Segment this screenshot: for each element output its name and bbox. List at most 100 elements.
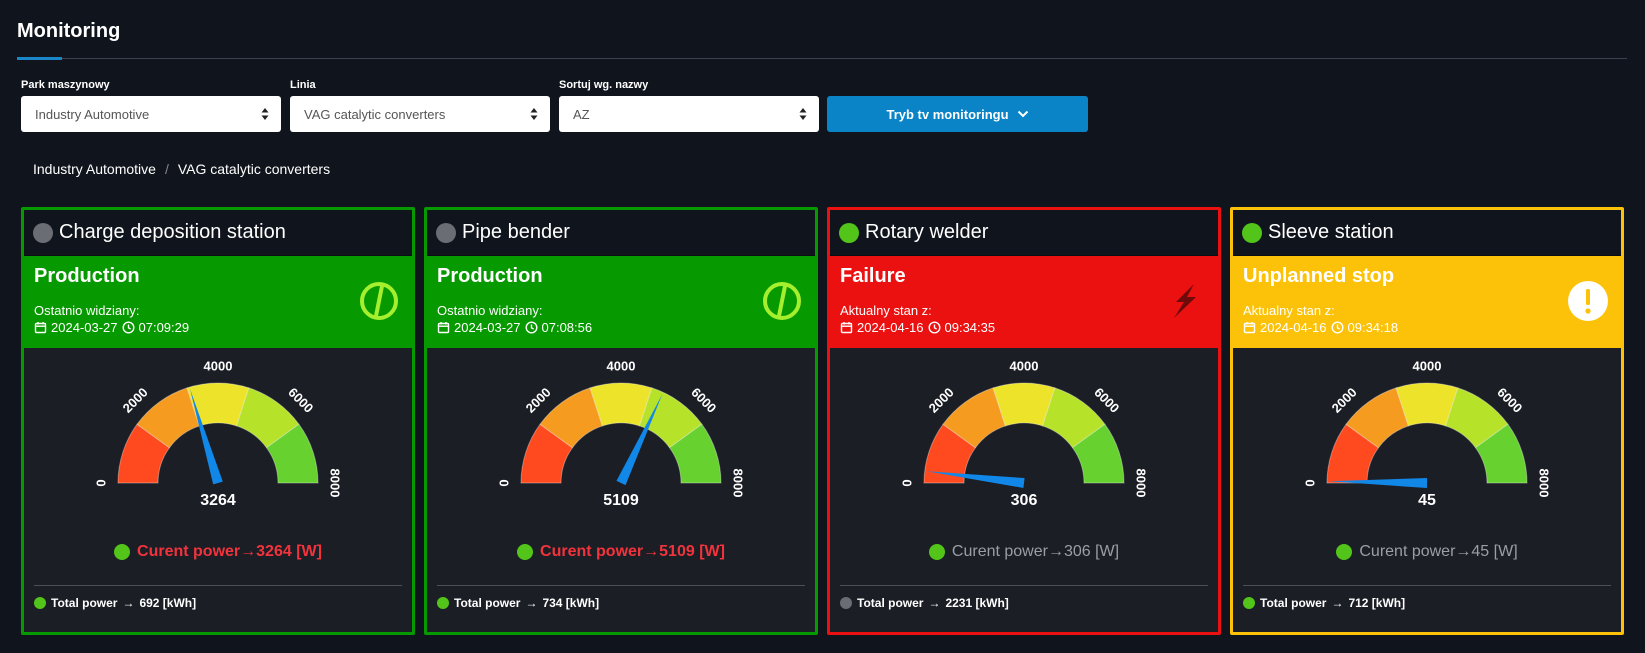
filter-machine-park: Park maszynowy Industry Automotive: [21, 79, 281, 132]
status-title: Production: [34, 265, 140, 287]
sort-select[interactable]: AZ: [559, 96, 819, 132]
status-dot: [436, 222, 456, 243]
current-power-text: Curent power→5109 [W]: [540, 543, 725, 561]
sort-arrows-icon: [261, 108, 269, 120]
filter-sort: Sortuj wg. nazwy AZ: [559, 79, 819, 132]
current-power-text: Curent power→306 [W]: [952, 543, 1119, 561]
calendar-icon: [34, 322, 47, 334]
status-dot: [33, 222, 53, 243]
status-datetime: 2024-04-16 09:34:18: [1243, 320, 1611, 335]
current-power-label: Curent power: [137, 543, 241, 560]
lightning-icon: [1174, 284, 1196, 318]
current-power-dot: [114, 544, 131, 560]
breadcrumb-separator: /: [164, 161, 169, 177]
current-power-text: Curent power→45 [W]: [1359, 543, 1517, 561]
gauge-tick-label: 2000: [1329, 385, 1360, 416]
select-value: Industry Automotive: [35, 106, 150, 122]
filter-label: Linia: [290, 79, 316, 91]
status-title: Production: [437, 265, 543, 287]
machine-name: Charge deposition station: [59, 221, 286, 243]
machine-card[interactable]: Pipe bender Production Ostatnio widziany…: [424, 207, 818, 635]
status-dot: [839, 222, 859, 243]
power-gauge: 0 2000 4000 6000 8000 3264: [24, 348, 412, 543]
gauge-tick-label: 4000: [1413, 358, 1442, 373]
power-gauge: 0 2000 4000 6000 8000 306: [830, 348, 1218, 543]
clock-icon: [1330, 321, 1344, 334]
current-power: Curent power→45 [W]: [1233, 543, 1621, 561]
gauge-value: 3264: [200, 492, 236, 509]
machine-park-select[interactable]: Industry Automotive: [21, 96, 281, 132]
total-power-dot: [437, 597, 449, 609]
status-time-label: Ostatnio widziany:: [437, 303, 543, 318]
clock-icon: [524, 321, 538, 334]
gauge-value: 5109: [603, 492, 639, 509]
tv-monitoring-mode-button[interactable]: Tryb tv monitoringu: [827, 96, 1088, 132]
card-header: Sleeve station: [1233, 210, 1621, 256]
status-dot: [1242, 222, 1262, 243]
status-date: 2024-03-27: [51, 320, 118, 335]
status-time: 07:09:29: [138, 320, 190, 335]
machine-card[interactable]: Rotary welder Failure Aktualny stan z: 2…: [827, 207, 1221, 635]
exclamation-icon: [1568, 281, 1608, 321]
total-power: Total power → 692 [kWh]: [34, 596, 196, 610]
gauge-tick-label: 2000: [926, 385, 957, 416]
status-time: 09:34:18: [1347, 320, 1399, 335]
gauge-tick-label: 6000: [285, 385, 316, 416]
gauge-tick-label: 4000: [607, 358, 636, 373]
gauge-svg: 0 2000 4000 6000 8000 45: [1302, 358, 1552, 509]
current-power: Curent power→306 [W]: [830, 543, 1218, 561]
status-band: Unplanned stop Aktualny stan z: 2024-04-…: [1233, 256, 1621, 348]
arrow-right-icon: →: [240, 543, 257, 560]
current-power-value: 45 [W]: [1471, 543, 1518, 560]
gauge-value: 45: [1418, 492, 1436, 509]
status-time-label: Aktualny stan z:: [840, 303, 932, 318]
filter-label: Park maszynowy: [21, 79, 110, 91]
total-power: Total power → 2231 [kWh]: [840, 596, 1009, 610]
power-gauge: 0 2000 4000 6000 8000 5109: [427, 348, 815, 543]
gauge-tick-label: 6000: [1091, 385, 1122, 416]
status-title: Failure: [840, 265, 906, 287]
production-icon: [763, 282, 801, 320]
total-power: Total power → 734 [kWh]: [437, 596, 599, 610]
status-date: 2024-04-16: [1260, 320, 1327, 335]
current-power: Curent power→5109 [W]: [427, 543, 815, 561]
status-time-label: Ostatnio widziany:: [34, 303, 140, 318]
arrow-right-icon: →: [1455, 543, 1472, 560]
card-header: Pipe bender: [427, 210, 815, 256]
current-power-value: 3264 [W]: [256, 543, 322, 560]
total-power-value: 692 [kWh]: [139, 596, 197, 610]
sort-arrows-icon: [530, 108, 538, 120]
current-power: Curent power→3264 [W]: [24, 543, 412, 561]
machine-card[interactable]: Charge deposition station Production Ost…: [21, 207, 415, 635]
card-header: Charge deposition station: [24, 210, 412, 256]
gauge-tick-label: 8000: [1134, 469, 1149, 498]
total-power-label: Total power: [454, 596, 521, 610]
arrow-right-icon: →: [1331, 596, 1344, 610]
gauge-tick-label: 8000: [731, 469, 746, 498]
total-power-dot: [1243, 597, 1255, 609]
gauge-svg: 0 2000 4000 6000 8000 5109: [496, 358, 746, 509]
select-value: VAG catalytic converters: [304, 106, 446, 122]
page-title: Monitoring: [17, 20, 121, 42]
card-divider: [437, 585, 805, 586]
card-divider: [34, 585, 402, 586]
status-datetime: 2024-03-27 07:08:56: [437, 320, 805, 335]
status-band: Production Ostatnio widziany: 2024-03-27…: [24, 256, 412, 348]
calendar-icon: [840, 322, 853, 334]
current-power-dot: [517, 544, 534, 560]
machine-card[interactable]: Sleeve station Unplanned stop Aktualny s…: [1230, 207, 1624, 635]
filter-line: Linia VAG catalytic converters: [290, 79, 550, 132]
gauge-svg: 0 2000 4000 6000 8000 306: [899, 358, 1149, 509]
power-gauge: 0 2000 4000 6000 8000 45: [1233, 348, 1621, 543]
gauge-tick-label: 8000: [1537, 469, 1552, 498]
breadcrumb-item[interactable]: Industry Automotive: [33, 161, 156, 177]
breadcrumb-item[interactable]: VAG catalytic converters: [178, 161, 330, 177]
total-power-label: Total power: [1260, 596, 1327, 610]
status-time: 09:34:35: [944, 320, 996, 335]
gauge-tick-label: 4000: [204, 358, 233, 373]
status-datetime: 2024-04-16 09:34:35: [840, 320, 1208, 335]
line-select[interactable]: VAG catalytic converters: [290, 96, 550, 132]
total-power-value: 712 [kWh]: [1348, 596, 1406, 610]
card-divider: [1243, 585, 1611, 586]
gauge-svg: 0 2000 4000 6000 8000 3264: [93, 358, 342, 509]
